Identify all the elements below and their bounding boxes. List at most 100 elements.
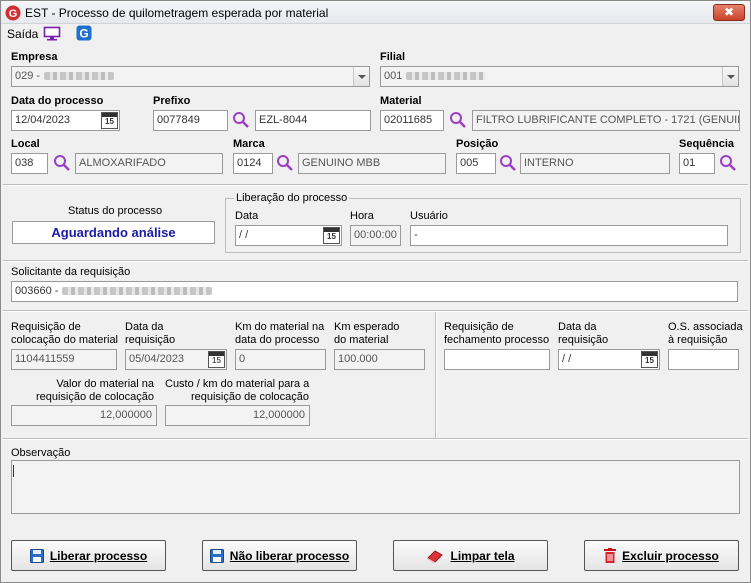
redacted-text: [62, 287, 213, 296]
observacao-textarea[interactable]: [11, 460, 740, 514]
search-icon[interactable]: [53, 154, 71, 172]
calendar-icon[interactable]: 15: [208, 351, 225, 368]
window-title: EST - Processo de quilometragem esperada…: [25, 6, 329, 20]
nao-liberar-processo-label: Não liberar processo: [229, 548, 350, 563]
filial-value: 001: [384, 70, 403, 82]
excluir-processo-label: Excluir processo: [622, 548, 719, 563]
valor-material-label-2: requisição de colocação: [35, 391, 154, 403]
calendar-icon[interactable]: 15: [323, 227, 340, 244]
main-window: G EST - Processo de quilometragem espera…: [0, 0, 751, 583]
solicitante-value: 003660 -: [15, 285, 59, 297]
marca-label: Marca: [233, 138, 265, 150]
data-requisicao-field: 05/04/2023 15: [125, 349, 227, 370]
marca-code-field[interactable]: 0124: [233, 153, 273, 174]
fech-data-field[interactable]: / / 15: [558, 349, 660, 370]
filial-select[interactable]: 001: [380, 66, 739, 87]
redacted-text: [406, 72, 487, 81]
local-description-field: ALMOXARIFADO: [75, 153, 223, 174]
prefixo-plate-field[interactable]: EZL-8044: [255, 110, 371, 131]
data-requisicao-value: 05/04/2023: [129, 353, 185, 365]
close-button[interactable]: ✖: [713, 4, 745, 21]
req-fechamento-field[interactable]: [444, 349, 550, 370]
data-processo-label: Data do processo: [11, 95, 104, 107]
posicao-code-field[interactable]: 005: [456, 153, 496, 174]
solicitante-field: 003660 -: [11, 281, 738, 302]
divider: [3, 310, 748, 312]
title-bar: G EST - Processo de quilometragem espera…: [1, 1, 750, 24]
search-icon[interactable]: [719, 154, 737, 172]
eraser-icon: [427, 549, 444, 563]
status-value: Aguardando análise: [12, 221, 215, 244]
prefixo-code-field[interactable]: 0077849: [153, 110, 228, 131]
custo-km-field: 12,000000: [165, 405, 310, 426]
empresa-value: 029 -: [15, 70, 41, 82]
menu-bar: Saída G: [1, 24, 750, 44]
custo-km-label-2: requisição de colocação: [190, 391, 309, 403]
floppy-disk-icon: [29, 548, 44, 563]
search-icon[interactable]: [499, 154, 517, 172]
local-label: Local: [11, 138, 40, 150]
lib-usuario-label: Usuário: [410, 210, 448, 222]
monitor-icon[interactable]: [43, 26, 61, 41]
os-label-1: O.S. associada: [668, 321, 743, 333]
material-label: Material: [380, 95, 422, 107]
liberar-processo-label: Liberar processo: [49, 548, 148, 563]
liberacao-group-label: Liberação do processo: [234, 192, 350, 204]
prefixo-label: Prefixo: [153, 95, 191, 107]
sequencia-field[interactable]: 01: [679, 153, 715, 174]
excluir-processo-button[interactable]: Excluir processo: [584, 540, 739, 571]
divider: [3, 184, 748, 186]
data-requisicao-label-1: Data da: [125, 321, 164, 333]
nao-liberar-processo-button[interactable]: Não liberar processo: [202, 540, 357, 571]
floppy-disk-icon: [209, 548, 224, 563]
empresa-label: Empresa: [11, 51, 58, 63]
text-caret: [13, 465, 14, 477]
calendar-icon[interactable]: 15: [101, 112, 118, 129]
material-code-field[interactable]: 02011685: [380, 110, 444, 131]
search-icon[interactable]: [276, 154, 294, 172]
limpar-tela-label: Limpar tela: [450, 548, 515, 563]
req-fechamento-label-1: Requisição de: [444, 321, 514, 333]
status-label: Status do processo: [68, 205, 163, 217]
svg-text:G: G: [9, 8, 18, 20]
solicitante-label: Solicitante da requisição: [11, 266, 131, 278]
req-colocacao-label-1: Requisição de: [11, 321, 81, 333]
empresa-select[interactable]: 029 -: [11, 66, 370, 87]
sequencia-label: Sequência: [679, 138, 735, 150]
limpar-tela-button[interactable]: Limpar tela: [393, 540, 548, 571]
valor-material-field: 12,000000: [11, 405, 157, 426]
os-field[interactable]: [668, 349, 739, 370]
lib-data-field[interactable]: / / 15: [235, 225, 342, 246]
liberar-processo-button[interactable]: Liberar processo: [11, 540, 166, 571]
km-esperado-field: 100.000: [334, 349, 425, 370]
observacao-label: Observação: [11, 447, 71, 459]
fech-data-value: / /: [562, 353, 572, 365]
req-colocacao-label-2: colocação do material: [11, 334, 119, 346]
filial-label: Filial: [380, 51, 406, 63]
trash-icon: [604, 548, 617, 563]
data-processo-field[interactable]: 12/04/2023 15: [11, 110, 120, 131]
app-logo-icon: G: [5, 5, 21, 21]
custo-km-label-1: Custo / km do material para a: [165, 378, 310, 390]
os-label-2: à requisição: [668, 334, 728, 346]
km-material-label-2: data do processo: [235, 334, 320, 346]
lib-hora-label: Hora: [350, 210, 374, 222]
search-icon[interactable]: [449, 111, 467, 129]
local-code-field[interactable]: 038: [11, 153, 48, 174]
data-processo-value: 12/04/2023: [15, 114, 71, 126]
chevron-down-icon[interactable]: [353, 67, 369, 86]
posicao-label: Posição: [456, 138, 499, 150]
km-esperado-label-2: do material: [334, 334, 389, 346]
lib-data-value: / /: [239, 229, 249, 241]
chevron-down-icon[interactable]: [722, 67, 738, 86]
search-icon[interactable]: [232, 111, 250, 129]
marca-description-field: GENUINO MBB: [298, 153, 446, 174]
calendar-icon[interactable]: 15: [641, 351, 658, 368]
lib-data-label: Data: [235, 210, 259, 222]
divider: [3, 260, 748, 262]
km-material-field: 0: [235, 349, 326, 370]
g-brand-icon[interactable]: G: [76, 25, 92, 41]
menu-item-saida[interactable]: Saída: [7, 27, 38, 41]
valor-material-label-1: Valor do material na: [56, 378, 154, 390]
req-fechamento-label-2: fechamento processo: [444, 334, 550, 346]
